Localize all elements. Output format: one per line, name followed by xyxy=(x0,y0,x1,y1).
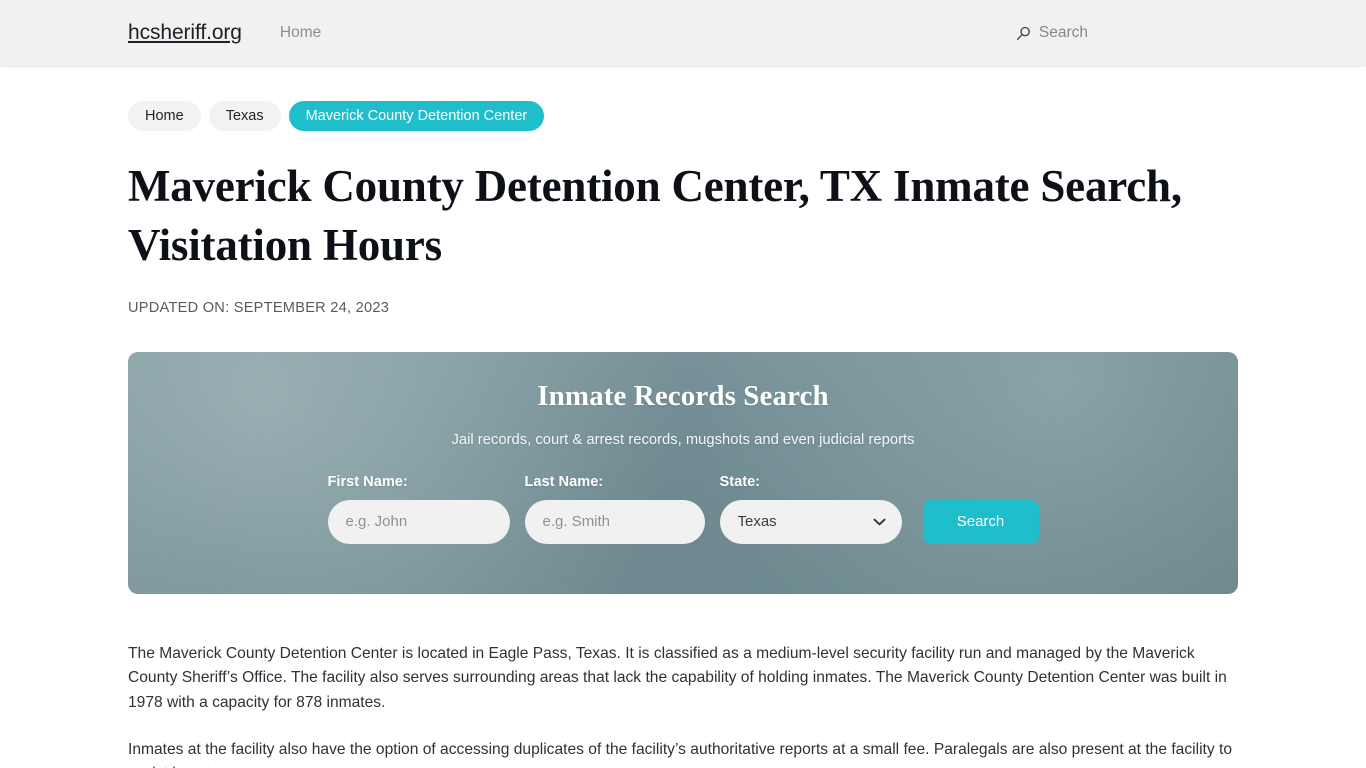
updated-on-label: UPDATED ON: SEPTEMBER 24, 2023 xyxy=(128,299,390,316)
article-paragraph: Inmates at the facility also have the op… xyxy=(128,740,1232,768)
site-header-inner: hcsheriff.org Home Search xyxy=(0,0,1366,66)
nav-item-home[interactable]: Home xyxy=(280,24,321,42)
last-name-input[interactable] xyxy=(524,499,705,544)
state-select-wrapper: Texas xyxy=(719,499,902,544)
breadcrumb-item-texas[interactable]: Texas xyxy=(208,101,281,131)
site-logo[interactable]: hcsheriff.org xyxy=(128,21,242,45)
breadcrumb-item-home[interactable]: Home xyxy=(128,101,201,131)
state-label: State: xyxy=(719,473,761,490)
page-content: Home Texas Maverick County Detention Cen… xyxy=(0,66,1366,768)
inmate-search-form: First Name: Last Name: State: Texas xyxy=(327,473,1039,544)
breadcrumb: Home Texas Maverick County Detention Cen… xyxy=(128,66,1238,131)
header-search[interactable]: Search xyxy=(1016,24,1088,42)
first-name-label: First Name: xyxy=(327,473,408,490)
search-widget-subtitle: Jail records, court & arrest records, mu… xyxy=(451,431,915,448)
search-submit-button[interactable]: Search xyxy=(922,499,1039,544)
search-widget-title: Inmate Records Search xyxy=(537,379,829,412)
page-title: Maverick County Detention Center, TX Inm… xyxy=(128,161,1182,271)
article-paragraph: The Maverick County Detention Center is … xyxy=(128,644,1227,712)
last-name-label: Last Name: xyxy=(524,473,604,490)
state-select[interactable]: Texas xyxy=(719,499,902,544)
first-name-field-group: First Name: xyxy=(327,473,510,544)
breadcrumb-item-current[interactable]: Maverick County Detention Center xyxy=(288,101,545,131)
site-header: hcsheriff.org Home Search xyxy=(0,0,1366,66)
header-search-label: Search xyxy=(1038,24,1088,41)
first-name-input[interactable] xyxy=(327,499,510,544)
article-body: The Maverick County Detention Center is … xyxy=(128,642,1238,768)
inmate-records-search-widget: Inmate Records Search Jail records, cour… xyxy=(128,351,1238,594)
last-name-field-group: Last Name: xyxy=(524,473,705,544)
search-icon xyxy=(1016,26,1031,41)
state-field-group: State: Texas xyxy=(719,473,902,544)
